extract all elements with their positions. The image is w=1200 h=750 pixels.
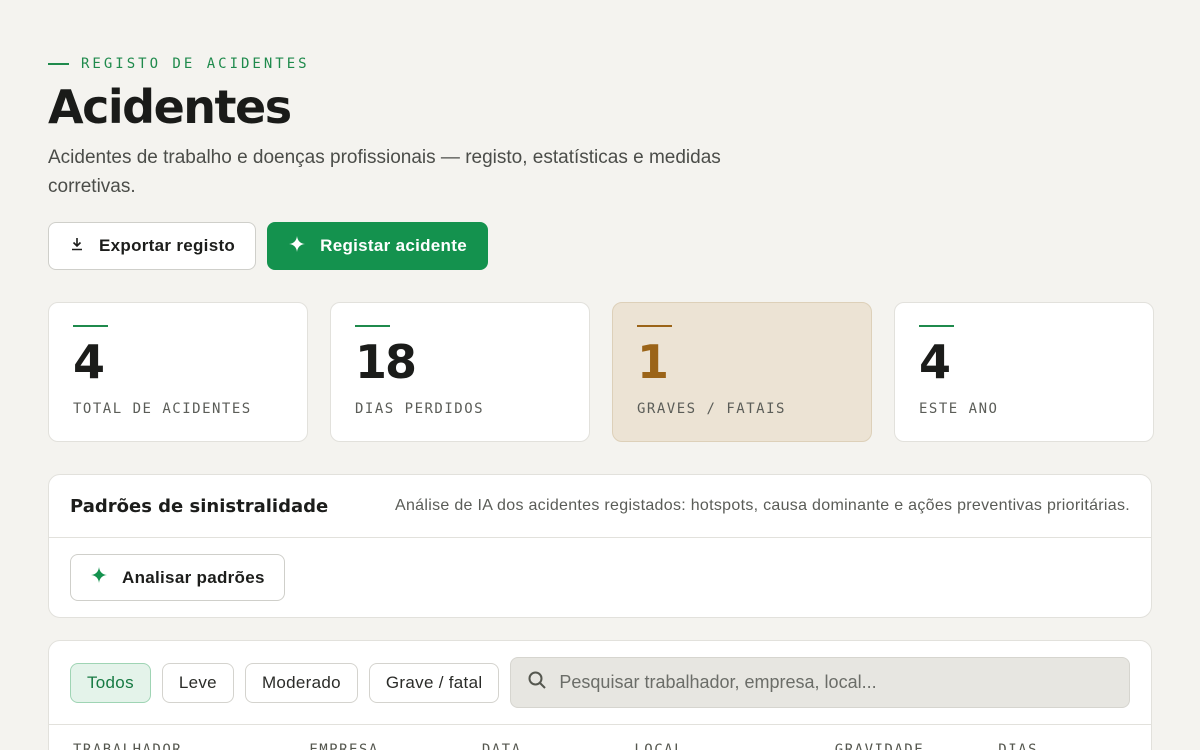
filter-chip-todos[interactable]: Todos bbox=[70, 662, 151, 703]
column-header-date[interactable]: DATA bbox=[482, 742, 635, 750]
eyebrow-text: REGISTO DE ACIDENTES bbox=[81, 56, 310, 72]
column-header-lost-days[interactable]: DIAS PERDIDOS bbox=[998, 742, 1127, 750]
analyze-patterns-button[interactable]: Analisar padrões bbox=[70, 554, 285, 601]
filter-chip-moderado[interactable]: Moderado bbox=[244, 662, 358, 703]
filter-bar: Todos Leve Moderado Grave / fatal Pesqui… bbox=[49, 641, 1151, 725]
patterns-panel: Padrões de sinistralidade Análise de IA … bbox=[48, 474, 1152, 618]
register-button-label: Registar acidente bbox=[320, 236, 467, 255]
page-subtitle: Acidentes de trabalho e doenças profissi… bbox=[48, 147, 721, 197]
stat-label: TOTAL DE ACIDENTES bbox=[73, 401, 252, 417]
eyebrow-dash bbox=[48, 63, 69, 65]
register-accident-button[interactable]: Registar acidente bbox=[267, 222, 488, 270]
page-title: Acidentes bbox=[48, 80, 292, 134]
stat-label: GRAVES / FATAIS bbox=[637, 401, 786, 417]
download-icon bbox=[69, 236, 85, 257]
stat-card-severe: 1 GRAVES / FATAIS bbox=[612, 302, 872, 442]
sparkle-icon bbox=[288, 235, 306, 258]
stat-value: 4 bbox=[919, 335, 951, 389]
patterns-title: Padrões de sinistralidade bbox=[70, 495, 329, 517]
search-icon bbox=[527, 670, 547, 695]
stat-label: DIAS PERDIDOS bbox=[355, 401, 485, 417]
stat-card-total: 4 TOTAL DE ACIDENTES bbox=[48, 302, 308, 442]
column-header-worker[interactable]: TRABALHADOR bbox=[73, 742, 309, 750]
stat-accent-bar bbox=[919, 325, 954, 327]
patterns-panel-header: Padrões de sinistralidade Análise de IA … bbox=[49, 475, 1151, 538]
sparkle-icon bbox=[90, 566, 108, 589]
stats-row: 4 TOTAL DE ACIDENTES 18 DIAS PERDIDOS 1 … bbox=[48, 302, 1154, 442]
search-placeholder: Pesquisar trabalhador, empresa, local... bbox=[559, 672, 877, 692]
stat-value: 18 bbox=[355, 335, 417, 389]
stat-accent-bar bbox=[637, 325, 672, 327]
export-button-label: Exportar registo bbox=[99, 236, 236, 255]
column-header-severity[interactable]: GRAVIDADE bbox=[835, 742, 999, 750]
stat-label: ESTE ANO bbox=[919, 401, 999, 417]
section-eyebrow: REGISTO DE ACIDENTES bbox=[48, 56, 310, 72]
search-input[interactable]: Pesquisar trabalhador, empresa, local... bbox=[510, 657, 1130, 708]
header-actions: Exportar registo Registar acidente bbox=[48, 222, 488, 270]
stat-accent-bar bbox=[355, 325, 390, 327]
stat-value: 4 bbox=[73, 335, 105, 389]
column-header-location[interactable]: LOCAL bbox=[634, 742, 834, 750]
filter-chip-grave[interactable]: Grave / fatal bbox=[368, 662, 500, 703]
patterns-description: Análise de IA dos acidentes registados: … bbox=[395, 497, 1130, 514]
stat-card-this-year: 4 ESTE ANO bbox=[894, 302, 1154, 442]
export-button[interactable]: Exportar registo bbox=[48, 222, 257, 270]
patterns-panel-body: Analisar padrões bbox=[49, 538, 1151, 617]
table-header: TRABALHADOR EMPRESA DATA LOCAL GRAVIDADE… bbox=[49, 725, 1151, 750]
stat-card-lost-days: 18 DIAS PERDIDOS bbox=[330, 302, 590, 442]
column-header-company[interactable]: EMPRESA bbox=[309, 742, 482, 750]
stat-value: 1 bbox=[637, 335, 669, 389]
analyze-button-label: Analisar padrões bbox=[122, 567, 265, 587]
stat-accent-bar bbox=[73, 325, 108, 327]
accidents-table-panel: Todos Leve Moderado Grave / fatal Pesqui… bbox=[48, 640, 1152, 750]
filter-chip-leve[interactable]: Leve bbox=[161, 662, 234, 703]
